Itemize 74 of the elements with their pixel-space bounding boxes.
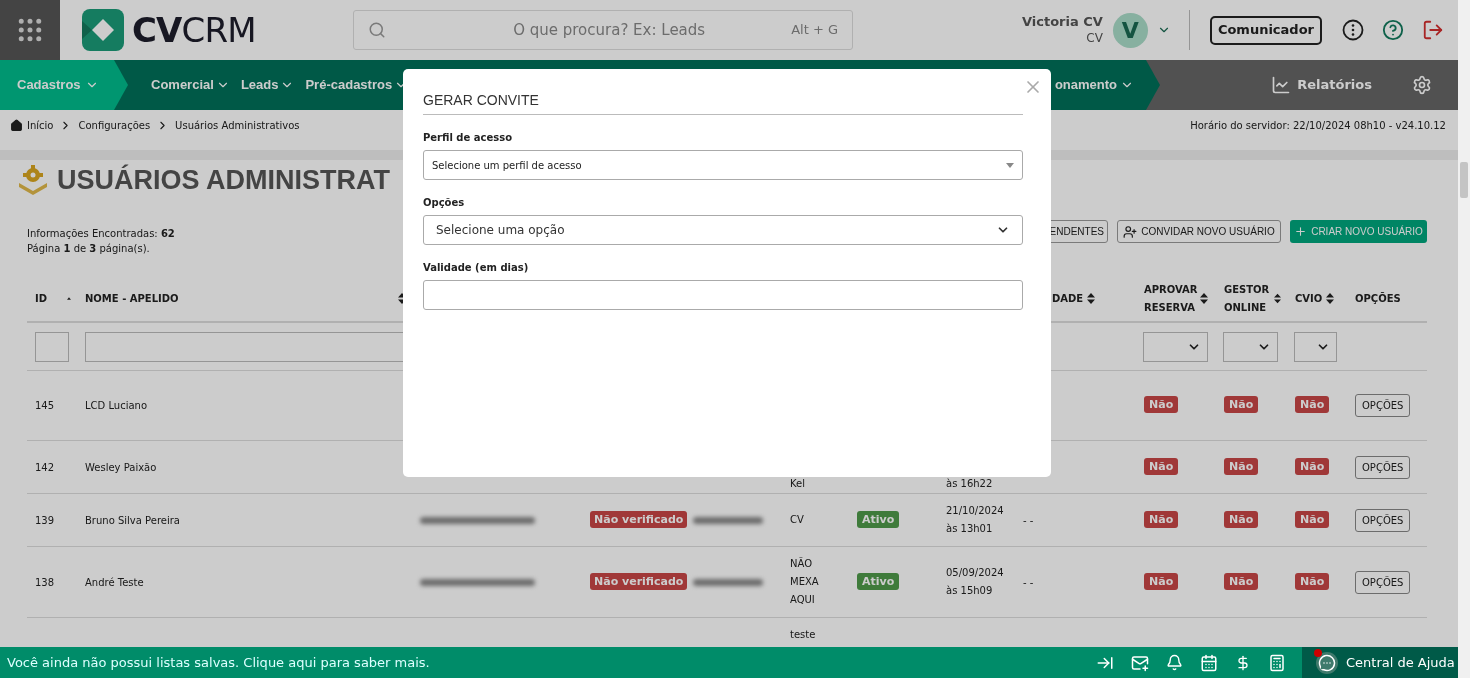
table-cell-text: 05/09/2024 (946, 566, 1005, 580)
user-name: Victoria CV (1021, 14, 1103, 31)
field-label: Validade (em dias) (423, 261, 530, 275)
column-header[interactable]: CVIO (1295, 291, 1323, 306)
table-cell: Bruno Silva Pereira (85, 514, 180, 526)
status-badge: Não (1224, 572, 1259, 590)
table-cell: LCD Luciano (85, 400, 148, 411)
shortcut-hint: Alt + G (791, 21, 838, 40)
result-summary: Informações Encontradas: 62 (27, 227, 175, 241)
status-badge: Não (1295, 572, 1330, 590)
table-cell-text: CV (790, 513, 805, 527)
user-role: CV (1086, 30, 1103, 46)
status-badge: Não (1144, 457, 1179, 475)
nav-menu-item[interactable]: onamento (1054, 60, 1160, 110)
table-cell: Wesley Paixão (85, 461, 157, 473)
status-badge: Ativo (857, 572, 900, 590)
table-cell: 145 (35, 400, 55, 411)
options-button[interactable]: OPÇÕES (1355, 394, 1411, 417)
select-field[interactable]: Selecione uma opção (423, 215, 1023, 245)
column-header[interactable]: OPÇÕES (1355, 291, 1401, 306)
select-field[interactable]: Selecione um perfil de acesso (423, 150, 1023, 180)
table-cell-text: às 15h09 (946, 584, 994, 598)
field-label: Perfil de acesso (423, 131, 514, 145)
status-badge: Não (1224, 396, 1259, 414)
table-cell-text: teste (790, 628, 817, 642)
user-avatar[interactable]: V (1112, 12, 1148, 48)
status-badge: Não (1144, 396, 1179, 414)
table-cell-text: 21/10/2024 (946, 504, 1005, 518)
table-cell: - - (1023, 576, 1034, 588)
dialog-title: GERAR CONVITE (423, 91, 539, 110)
status-badge: Não verificado (590, 572, 688, 590)
page-title: USUÁRIOS ADMINISTRAT (57, 163, 390, 197)
status-badge: Não (1144, 510, 1179, 528)
table-cell-text: Kel (790, 478, 806, 490)
options-button[interactable]: OPÇÕES (1355, 570, 1411, 594)
table-cell: André Teste (85, 576, 144, 588)
breadcrumb-link[interactable]: Início (27, 117, 54, 133)
status-badge: Não (1224, 510, 1259, 528)
column-header[interactable]: APROVAR RESERVA (1144, 280, 1196, 317)
status-badge: Não (1295, 510, 1330, 528)
help-center-button[interactable]: Central de Ajuda (1302, 647, 1458, 678)
table-cell: 138 (35, 576, 55, 588)
table-cell: - - (1023, 514, 1034, 526)
status-badge: Ativo (857, 510, 900, 528)
table-cell-text: às 13h01 (946, 522, 994, 536)
table-cell: 139 (35, 514, 55, 526)
status-badge: Não (1144, 572, 1179, 590)
column-header[interactable]: ID (35, 291, 48, 306)
column-header[interactable]: DADE (1052, 291, 1084, 306)
column-header[interactable]: NOME - APELIDO (85, 291, 179, 306)
table-cell: 142 (35, 461, 55, 473)
nav-menu-item[interactable]: Leads (240, 60, 306, 110)
search-placeholder: O que procura? Ex: Leads (513, 19, 706, 41)
breadcrumb-link[interactable]: Configurações (78, 117, 151, 133)
status-badge: Não (1224, 457, 1259, 475)
nav-menu-item[interactable]: Pré-cadastros (305, 60, 420, 110)
server-time: Horário do servidor: 22/10/2024 08h10 - v24.10.12 (1190, 118, 1446, 133)
options-button[interactable]: OPÇÕES (1355, 508, 1411, 532)
table-cell-text: NÃO MEXA AQUI (790, 556, 820, 607)
options-button[interactable]: OPÇÕES (1355, 455, 1411, 479)
logo-text: CVCRM (132, 13, 256, 47)
result-summary: Página 1 de 3 página(s). (27, 242, 151, 256)
status-badge: Não verificado (590, 510, 688, 528)
saved-lists-message[interactable]: Você ainda não possui listas salvas. Clique aqui para saber mais. (7, 652, 430, 673)
reports-link[interactable]: Relatórios (1271, 60, 1372, 110)
status-badge: Não (1295, 457, 1330, 475)
nav-menu-item[interactable]: Comercial (151, 60, 241, 110)
invite-user-button[interactable]: CONVIDAR NOVO USUÁRIO (1117, 220, 1281, 243)
breadcrumb-link[interactable]: Usuários Administrativos (175, 117, 300, 133)
status-badge: Não (1295, 396, 1330, 414)
communicator-button[interactable]: Comunicador (1209, 15, 1322, 45)
column-header[interactable]: GESTOR ONLINE (1224, 280, 1270, 317)
field-label: Opções (423, 196, 466, 210)
table-cell-text: às 16h22 (946, 478, 994, 490)
